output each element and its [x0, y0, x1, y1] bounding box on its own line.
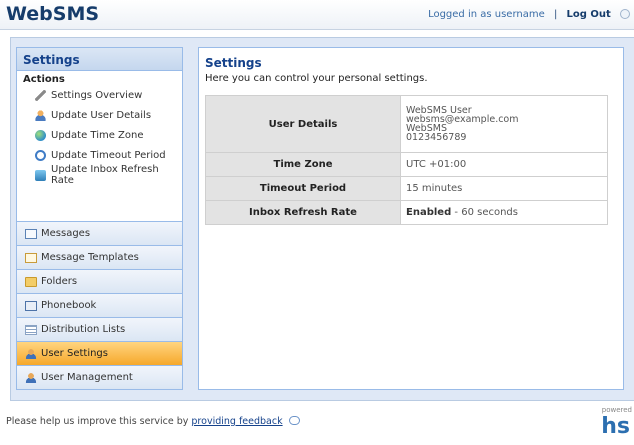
- sidebar: Settings Actions Settings Overview Updat…: [16, 47, 183, 390]
- action-label: Update Timeout Period: [51, 149, 166, 161]
- table-row: User Details WebSMS User websms@example.…: [205, 95, 608, 153]
- nav-user-settings[interactable]: User Settings: [17, 341, 182, 365]
- refresh-icon: [35, 169, 46, 181]
- nav-label: Phonebook: [41, 300, 97, 311]
- table-row: Time Zone UTC +01:00: [205, 152, 608, 177]
- powered-label: powered: [601, 406, 632, 414]
- brand-logo: hs: [601, 414, 630, 439]
- logged-in-text: Logged in as username: [428, 9, 545, 20]
- action-settings-overview[interactable]: Settings Overview: [17, 85, 182, 105]
- inbox-refresh-value: Enabled - 60 seconds: [400, 200, 608, 225]
- main-panel: Settings Here you can control your perso…: [198, 47, 624, 390]
- page-title: Settings: [205, 56, 262, 70]
- inbox-refresh-status: Enabled: [406, 207, 452, 218]
- action-update-inbox-refresh-rate[interactable]: Update Inbox Refresh Rate: [17, 164, 182, 186]
- clock-icon: [35, 149, 46, 161]
- table-row: Inbox Refresh Rate Enabled - 60 seconds: [205, 200, 608, 225]
- top-header: WebSMS Logged in as username | Log Out: [0, 0, 634, 30]
- nav-label: Messages: [41, 228, 91, 239]
- nav-label: Message Templates: [41, 252, 139, 263]
- action-update-time-zone[interactable]: Update Time Zone: [17, 125, 182, 145]
- page-description: Here you can control your personal setti…: [205, 73, 428, 84]
- user-details-value: WebSMS User websms@example.com WebSMS 01…: [400, 95, 608, 153]
- logout-link[interactable]: Log Out: [567, 9, 611, 20]
- timeout-value: 15 minutes: [400, 176, 608, 201]
- nav-label: User Settings: [41, 348, 108, 359]
- user-management-icon: [25, 372, 37, 383]
- mail-icon: [25, 228, 37, 239]
- nav-phonebook[interactable]: Phonebook: [17, 293, 182, 317]
- user-bar: Logged in as username | Log Out: [428, 9, 630, 20]
- wrench-icon: [35, 89, 46, 101]
- nav-folders[interactable]: Folders: [17, 269, 182, 293]
- nav-messages[interactable]: Messages: [17, 221, 182, 245]
- app-logo: WebSMS: [6, 3, 100, 25]
- nav-label: Folders: [41, 276, 78, 287]
- actions-label: Actions: [23, 74, 65, 85]
- nav-label: User Management: [41, 372, 133, 383]
- time-zone-value: UTC +01:00: [400, 152, 608, 177]
- nav-distribution-lists[interactable]: Distribution Lists: [17, 317, 182, 341]
- feedback-link[interactable]: providing feedback: [191, 416, 282, 427]
- speech-bubble-icon[interactable]: [288, 416, 300, 425]
- user-settings-icon: [25, 348, 37, 359]
- settings-table: User Details WebSMS User websms@example.…: [205, 95, 608, 225]
- sidebar-title: Settings: [17, 48, 182, 71]
- user-icon: [35, 109, 46, 121]
- action-update-timeout-period[interactable]: Update Timeout Period: [17, 145, 182, 165]
- options-icon[interactable]: [620, 9, 630, 19]
- separator: |: [553, 9, 558, 20]
- action-label: Update Time Zone: [51, 129, 144, 141]
- action-label: Settings Overview: [51, 89, 143, 101]
- globe-icon: [35, 129, 46, 141]
- row-label: Inbox Refresh Rate: [205, 200, 401, 225]
- list-icon: [25, 324, 37, 335]
- row-label: User Details: [205, 95, 401, 153]
- inbox-refresh-interval: - 60 seconds: [454, 207, 518, 218]
- phonebook-icon: [25, 300, 37, 311]
- footer-text: Please help us improve this service by: [6, 416, 189, 427]
- action-label: Update Inbox Refresh Rate: [51, 164, 159, 186]
- nav-label: Distribution Lists: [41, 324, 126, 335]
- nav-user-management[interactable]: User Management: [17, 365, 182, 389]
- nav-message-templates[interactable]: Message Templates: [17, 245, 182, 269]
- action-update-user-details[interactable]: Update User Details: [17, 105, 182, 125]
- sidebar-nav: Messages Message Templates Folders Phone…: [17, 221, 182, 389]
- template-icon: [25, 252, 37, 263]
- user-phone: 0123456789: [406, 132, 467, 143]
- row-label: Time Zone: [205, 152, 401, 177]
- action-label: Update User Details: [51, 109, 152, 121]
- folder-icon: [25, 276, 37, 287]
- footer: Please help us improve this service by p…: [6, 416, 300, 427]
- row-label: Timeout Period: [205, 176, 401, 201]
- table-row: Timeout Period 15 minutes: [205, 176, 608, 201]
